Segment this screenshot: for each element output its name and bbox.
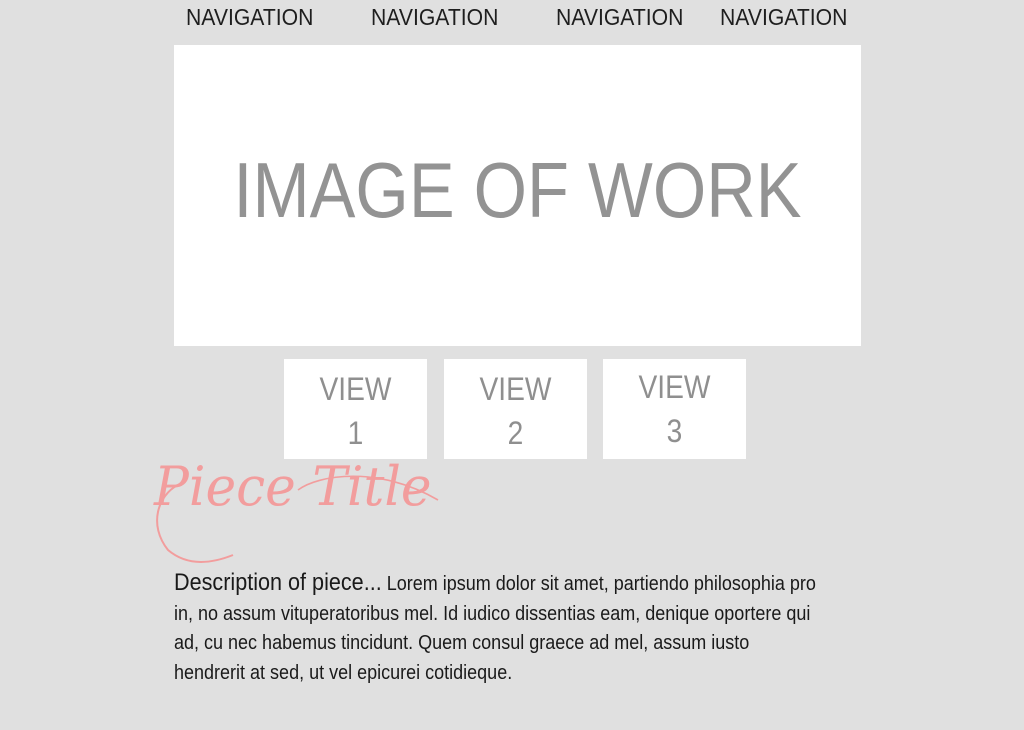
view-3-thumbnail[interactable]: VIEW 3 <box>603 359 746 459</box>
piece-title-block: Piece Title <box>138 455 458 570</box>
view-2-word: VIEW <box>479 371 552 407</box>
view-1-word: VIEW <box>319 371 392 407</box>
work-image-placeholder: IMAGE OF WORK <box>174 45 861 346</box>
view-3-label: VIEW 3 <box>612 365 738 453</box>
view-1-number: 1 <box>347 415 364 451</box>
view-3-number: 3 <box>666 413 683 449</box>
view-3-word: VIEW <box>638 369 711 405</box>
nav-link-2[interactable]: NAVIGATION <box>371 4 498 31</box>
view-2-thumbnail[interactable]: VIEW 2 <box>444 359 587 459</box>
work-image-label: IMAGE OF WORK <box>233 146 802 234</box>
view-1-thumbnail[interactable]: VIEW 1 <box>284 359 427 459</box>
view-2-number: 2 <box>507 415 524 451</box>
view-1-label: VIEW 1 <box>293 367 419 455</box>
view-2-label: VIEW 2 <box>453 367 579 455</box>
piece-title: Piece Title <box>154 455 432 518</box>
piece-description: Description of piece... Lorem ipsum dolo… <box>174 568 817 688</box>
description-lead: Description of piece... <box>174 569 382 596</box>
nav-link-3[interactable]: NAVIGATION <box>556 4 683 31</box>
nav-link-1[interactable]: NAVIGATION <box>186 4 313 31</box>
nav-link-4[interactable]: NAVIGATION <box>720 4 847 31</box>
